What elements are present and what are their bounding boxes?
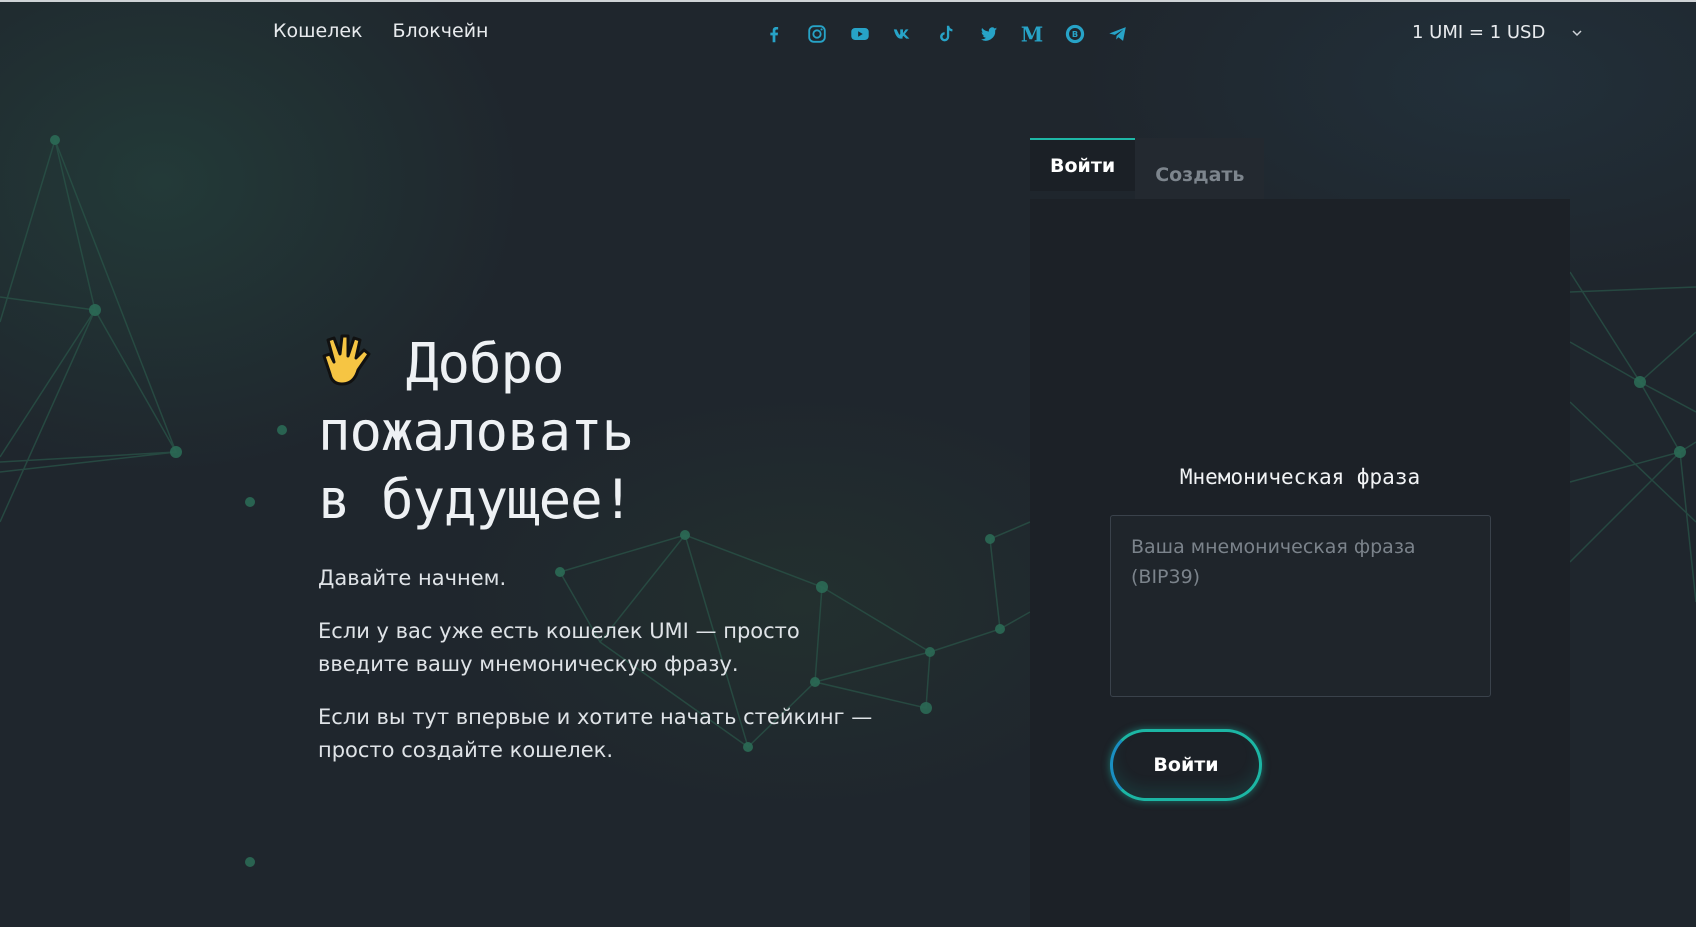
vk-icon[interactable] bbox=[891, 22, 915, 46]
welcome-title-line3: в будущее! bbox=[318, 468, 634, 531]
svg-text:M: M bbox=[1021, 23, 1043, 45]
youtube-icon[interactable] bbox=[848, 22, 872, 46]
nav-wallet-link[interactable]: Кошелек bbox=[273, 20, 363, 42]
welcome-title: Добро пожаловать в будущее! bbox=[318, 330, 878, 534]
medium-icon[interactable]: M bbox=[1020, 22, 1044, 46]
telegram-icon[interactable] bbox=[1106, 22, 1130, 46]
login-panel: Мнемоническая фраза Войти bbox=[1030, 199, 1570, 927]
auth-tabs: Войти Создать bbox=[1030, 138, 1265, 200]
instagram-icon[interactable] bbox=[805, 22, 829, 46]
currency-rate-text: 1 UMI = 1 USD bbox=[1412, 22, 1546, 43]
mnemonic-input[interactable] bbox=[1110, 515, 1491, 697]
facebook-icon[interactable] bbox=[762, 22, 786, 46]
welcome-title-line1: Добро bbox=[406, 332, 565, 395]
vulcan-salute-icon bbox=[322, 334, 371, 386]
welcome-title-line2: пожаловать bbox=[318, 400, 634, 463]
main-nav: Кошелек Блокчейн bbox=[273, 20, 488, 42]
existing-wallet-text: Если у вас уже есть кошелек UMI — просто… bbox=[318, 619, 800, 676]
nav-blockchain-link[interactable]: Блокчейн bbox=[393, 20, 489, 42]
tab-login[interactable]: Войти bbox=[1030, 138, 1136, 191]
tab-create[interactable]: Создать bbox=[1135, 138, 1265, 200]
svg-text:B: B bbox=[1072, 29, 1078, 39]
social-links: M B bbox=[762, 22, 1130, 46]
bitcointalk-icon[interactable]: B bbox=[1063, 22, 1087, 46]
new-wallet-text: Если вы тут впервые и хотите начать стей… bbox=[318, 705, 873, 762]
intro-text: Давайте начнем. bbox=[318, 566, 507, 590]
chevron-down-icon bbox=[1572, 29, 1582, 36]
mnemonic-label: Мнемоническая фраза bbox=[1179, 465, 1421, 489]
login-button[interactable]: Войти bbox=[1110, 729, 1262, 801]
welcome-section: Добро пожаловать в будущее! Давайте начн… bbox=[318, 330, 878, 767]
tiktok-icon[interactable] bbox=[934, 22, 958, 46]
twitter-icon[interactable] bbox=[977, 22, 1001, 46]
currency-rate-selector[interactable]: 1 UMI = 1 USD bbox=[1412, 22, 1583, 43]
